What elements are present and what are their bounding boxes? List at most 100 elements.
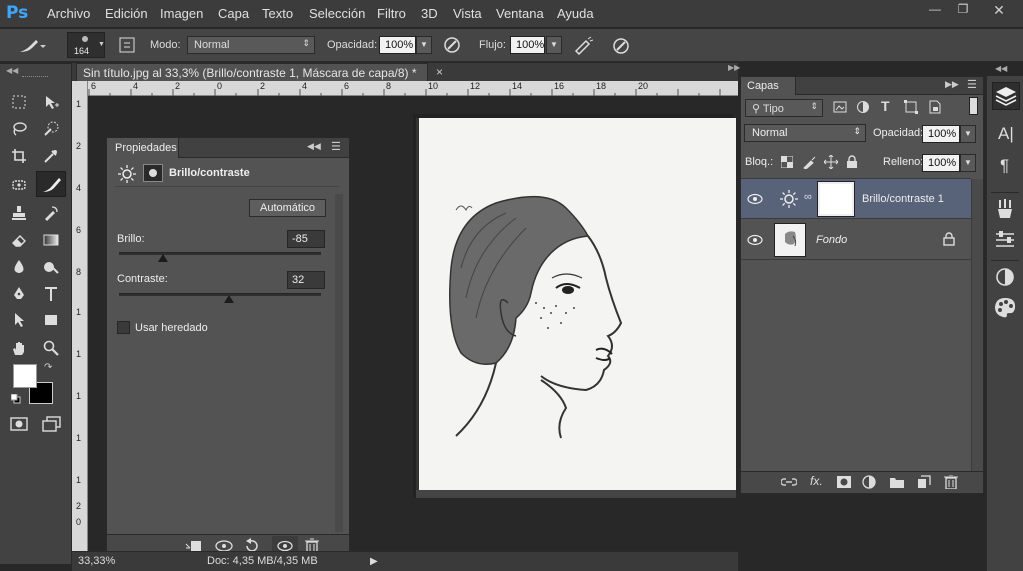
layer-name[interactable]: Brillo/contraste 1 xyxy=(862,193,944,205)
spot-healing-tool-icon[interactable] xyxy=(7,173,31,197)
menu-archivo[interactable]: Archivo xyxy=(47,6,90,21)
blur-tool-icon[interactable] xyxy=(7,255,31,279)
panel-menu-icon[interactable]: ☰ xyxy=(331,140,341,153)
brush-size-picker[interactable]: 164 ▼ xyxy=(67,32,105,58)
character-dock-icon[interactable]: A| xyxy=(992,124,1020,152)
quick-selection-tool-icon[interactable] xyxy=(39,117,63,141)
panel-collapse-icon[interactable]: ▶▶ xyxy=(728,63,740,72)
properties-tab[interactable]: Propiedades xyxy=(107,138,179,158)
swap-colors-icon[interactable]: ↷ xyxy=(44,362,52,373)
fill-dropdown-icon[interactable]: ▼ xyxy=(960,154,976,172)
document-tab[interactable]: Sin título.jpg al 33,3% (Brillo/contrast… xyxy=(76,63,443,81)
restore-icon[interactable]: ❐ xyxy=(952,2,974,18)
new-group-icon[interactable] xyxy=(889,475,905,489)
crop-tool-icon[interactable] xyxy=(7,144,31,168)
hand-tool-icon[interactable] xyxy=(7,336,31,360)
lasso-tool-icon[interactable] xyxy=(7,117,31,141)
foreground-color-swatch[interactable] xyxy=(13,364,37,388)
pen-tool-icon[interactable] xyxy=(7,282,31,306)
new-adjustment-layer-icon[interactable] xyxy=(862,475,878,489)
add-mask-icon[interactable] xyxy=(836,475,852,489)
brightness-slider-thumb[interactable] xyxy=(157,254,168,262)
menu-texto[interactable]: Texto xyxy=(262,6,293,21)
rectangle-tool-icon[interactable] xyxy=(39,308,63,332)
collapse-panel-icon[interactable]: ▶▶ xyxy=(945,79,959,90)
airbrush-icon[interactable] xyxy=(573,35,595,55)
link-layers-icon[interactable] xyxy=(781,475,797,489)
delete-layer-icon[interactable] xyxy=(944,475,958,489)
layers-tab[interactable]: Capas xyxy=(741,77,796,95)
opacity-input[interactable]: 100% xyxy=(379,36,416,54)
default-colors-icon[interactable] xyxy=(11,394,21,404)
layer-visibility-icon[interactable] xyxy=(747,193,763,205)
clone-stamp-tool-icon[interactable] xyxy=(7,201,31,225)
quick-mask-icon[interactable] xyxy=(10,416,28,432)
filter-smart-object-icon[interactable] xyxy=(928,100,942,114)
brightness-slider-track[interactable] xyxy=(119,252,321,255)
contrast-input[interactable]: 32 xyxy=(287,271,325,289)
collapse-panel-icon[interactable]: ◀◀ xyxy=(307,141,321,152)
layer-thumbnail[interactable] xyxy=(774,223,806,257)
menu-seleccion[interactable]: Selección xyxy=(309,6,365,21)
flow-dropdown-icon[interactable]: ▼ xyxy=(546,36,562,54)
close-document-icon[interactable]: × xyxy=(436,65,443,79)
layer-name[interactable]: Fondo xyxy=(816,234,847,246)
pressure-size-icon[interactable] xyxy=(610,35,632,55)
lock-pixels-icon[interactable] xyxy=(803,155,817,169)
collapse-toolbox-icon[interactable]: ◀◀ xyxy=(6,66,18,75)
layer-visibility-icon[interactable] xyxy=(747,234,763,246)
legacy-checkbox[interactable] xyxy=(117,321,130,334)
brush-dock-icon[interactable] xyxy=(992,196,1020,224)
status-menu-arrow-icon[interactable]: ▶ xyxy=(370,556,378,567)
gradient-tool-icon[interactable] xyxy=(39,228,63,252)
move-tool-icon[interactable] xyxy=(39,90,63,114)
filter-toggle-switch[interactable] xyxy=(969,97,978,115)
type-tool-icon[interactable] xyxy=(39,282,63,306)
layer-mask-icon[interactable] xyxy=(143,164,163,182)
layer-style-icon[interactable]: fx. xyxy=(810,474,823,488)
paragraph-dock-icon[interactable]: ¶ xyxy=(992,156,1020,184)
swatches-dock-icon[interactable] xyxy=(992,294,1020,322)
menu-edicion[interactable]: Edición xyxy=(105,6,148,21)
auto-button[interactable]: Automático xyxy=(249,199,326,217)
minimize-icon[interactable]: — xyxy=(924,2,946,18)
path-selection-tool-icon[interactable] xyxy=(7,308,31,332)
mask-link-icon[interactable]: ∞ xyxy=(804,191,812,203)
new-layer-icon[interactable] xyxy=(916,475,932,489)
brush-tool-preset-icon[interactable] xyxy=(16,36,46,56)
close-window-icon[interactable]: ✕ xyxy=(988,2,1010,18)
layers-scrollbar[interactable] xyxy=(971,179,983,471)
pressure-opacity-icon[interactable] xyxy=(442,35,462,55)
brush-presets-dock-icon[interactable] xyxy=(992,226,1020,254)
lock-transparent-icon[interactable] xyxy=(781,156,793,168)
history-brush-tool-icon[interactable] xyxy=(39,201,63,225)
brightness-input[interactable]: -85 xyxy=(287,230,325,248)
layer-opacity-input[interactable]: 100% xyxy=(922,125,960,143)
brush-tool-icon[interactable] xyxy=(36,171,66,197)
mode-select[interactable]: Normal ⇕ xyxy=(187,36,315,54)
lock-all-icon[interactable] xyxy=(846,155,858,169)
menu-filtro[interactable]: Filtro xyxy=(377,6,406,21)
dodge-tool-icon[interactable] xyxy=(39,255,63,279)
menu-vista[interactable]: Vista xyxy=(453,6,482,21)
filter-shape-icon[interactable] xyxy=(904,100,918,114)
contrast-slider-thumb[interactable] xyxy=(224,295,235,303)
menu-ayuda[interactable]: Ayuda xyxy=(557,6,594,21)
fill-input[interactable]: 100% xyxy=(922,154,960,172)
layer-row[interactable]: ∞ Brillo/contraste 1 xyxy=(741,179,971,219)
contrast-slider-track[interactable] xyxy=(119,293,321,296)
brush-panel-toggle-icon[interactable] xyxy=(116,35,138,55)
filter-type-icon[interactable]: T xyxy=(881,98,890,114)
zoom-level[interactable]: 33,33% xyxy=(78,555,115,567)
menu-imagen[interactable]: Imagen xyxy=(160,6,203,21)
adjustments-dock-icon[interactable] xyxy=(992,264,1020,292)
zoom-tool-icon[interactable] xyxy=(39,336,63,360)
layer-filter-select[interactable]: ⚲ Tipo ⇕ xyxy=(745,99,823,117)
panel-menu-icon[interactable]: ☰ xyxy=(967,78,977,91)
lock-position-icon[interactable] xyxy=(824,155,838,169)
dock-expand-icon[interactable]: ◀◀ xyxy=(995,64,1007,73)
layers-dock-icon[interactable] xyxy=(992,82,1020,110)
menu-3d[interactable]: 3D xyxy=(421,6,438,21)
eyedropper-tool-icon[interactable] xyxy=(39,144,63,168)
properties-scrollbar[interactable] xyxy=(335,194,343,532)
